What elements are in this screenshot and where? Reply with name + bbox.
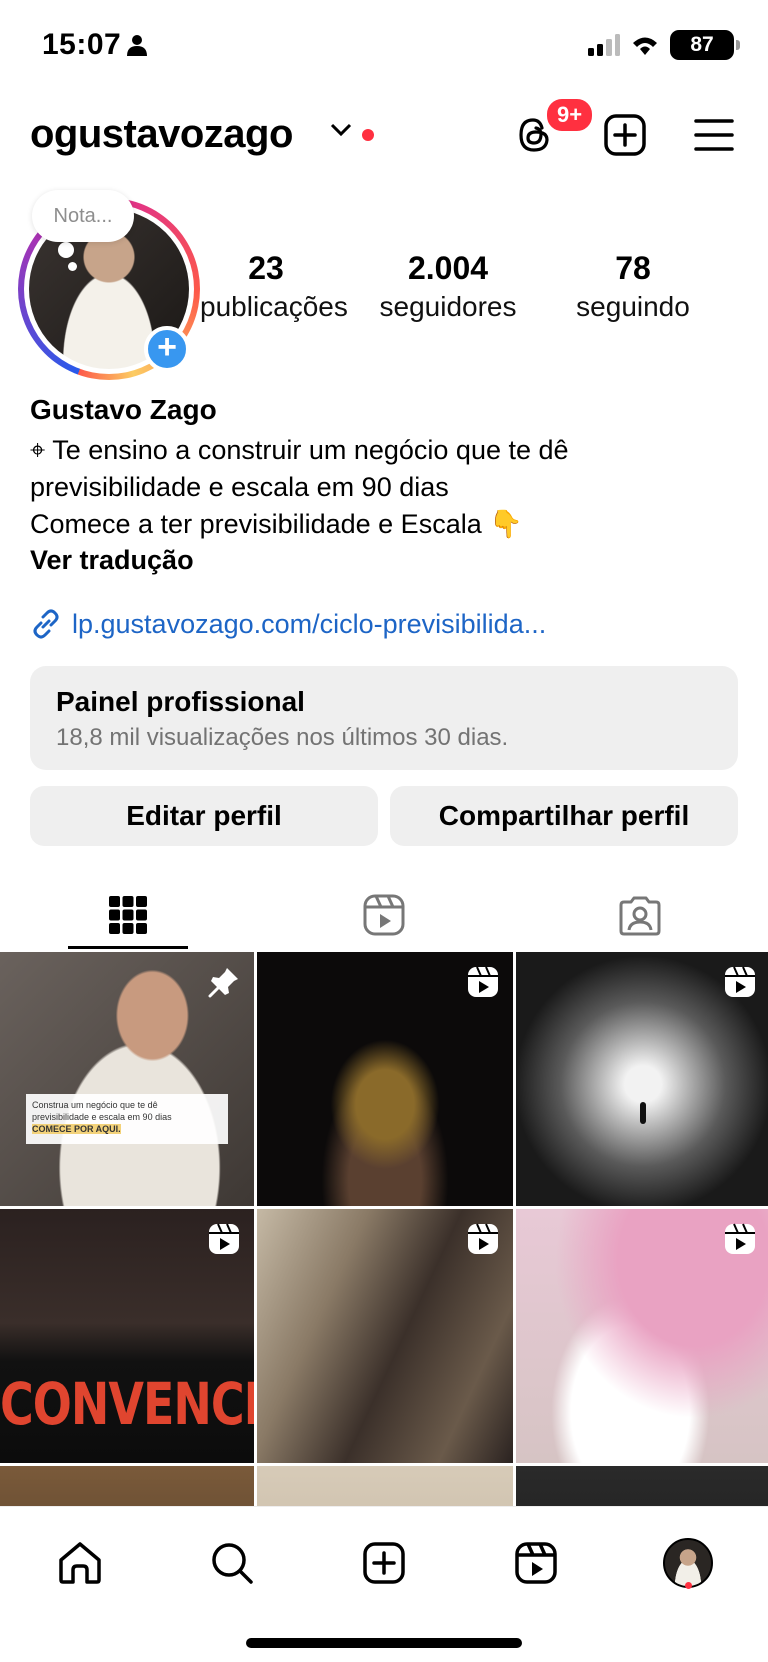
edit-profile-button[interactable]: Editar perfil <box>30 786 378 846</box>
account-switcher-username[interactable]: ogustavozago <box>30 112 293 157</box>
nav-reels[interactable] <box>504 1531 568 1595</box>
plus-square-icon <box>363 1542 405 1584</box>
nav-search[interactable] <box>200 1531 264 1595</box>
profile-link[interactable]: lp.gustavozago.com/ciclo-previsibilida..… <box>30 608 546 640</box>
signal-icon <box>588 34 620 56</box>
status-time: 15:07 <box>42 28 122 61</box>
share-profile-button[interactable]: Compartilhar perfil <box>390 786 738 846</box>
reels-icon <box>515 1542 557 1584</box>
chevron-down-icon[interactable] <box>330 122 352 138</box>
active-tab-indicator <box>68 946 188 949</box>
post-thumbnail[interactable] <box>257 1209 513 1463</box>
post-thumbnail[interactable]: Construa um negócio que te dê previsibil… <box>0 952 254 1206</box>
see-translation-link[interactable]: Ver tradução <box>30 545 730 576</box>
posts-grid: Construa um negócio que te dê previsibil… <box>0 952 768 1506</box>
tagged-icon <box>619 896 661 936</box>
notification-dot <box>362 129 374 141</box>
reels-icon <box>725 1223 755 1254</box>
link-icon <box>33 609 59 639</box>
post-thumbnail[interactable] <box>516 1209 768 1463</box>
profile-header: ogustavozago 9+ <box>0 96 768 170</box>
pin-icon <box>208 968 238 998</box>
avatar <box>663 1538 713 1588</box>
bio-line: previsibilidade e escala em 90 dias <box>30 472 449 502</box>
post-thumbnail[interactable] <box>257 952 513 1206</box>
home-icon <box>59 1542 101 1584</box>
tab-reels[interactable] <box>324 880 444 950</box>
post-caption-line: previsibilidade e escala em 90 dias <box>32 1112 172 1122</box>
battery-indicator: 87 <box>670 30 740 60</box>
reels-icon <box>468 966 498 997</box>
nav-create[interactable] <box>352 1531 416 1595</box>
post-caption-card: Construa um negócio que te dê previsibil… <box>26 1094 228 1144</box>
menu-icon[interactable] <box>694 118 734 152</box>
stat-value: 2.004 <box>407 250 489 286</box>
post-thumbnail[interactable]: CONVENCER <box>0 1209 254 1463</box>
stat-label: seguidores <box>379 291 517 322</box>
bio-line: Comece a ter previsibilidade e Escala 👇 <box>30 509 523 539</box>
pro-panel-title: Painel profissional <box>56 686 305 717</box>
plus-square-icon[interactable] <box>604 114 646 156</box>
status-bar: 15:07 87 <box>0 0 768 92</box>
add-story-button[interactable]: + <box>144 326 190 372</box>
post-caption-line: Construa um negócio que te dê <box>32 1100 158 1110</box>
post-thumbnail[interactable] <box>516 952 768 1206</box>
tab-tagged[interactable] <box>580 880 700 950</box>
home-indicator[interactable] <box>246 1638 522 1648</box>
stat-posts[interactable]: 23 publicações <box>200 250 348 323</box>
stat-value: 23 <box>248 250 284 286</box>
person-icon <box>127 35 147 56</box>
stat-value: 78 <box>615 250 651 286</box>
stat-following[interactable]: 78 seguindo <box>548 250 718 323</box>
nav-home[interactable] <box>48 1531 112 1595</box>
profile-tabs <box>0 880 768 950</box>
note-bubble[interactable]: Nota... <box>32 190 134 242</box>
bio-line: ⌖ Te ensino a construir um negócio que t… <box>30 435 569 465</box>
stat-label: publicações <box>200 291 348 322</box>
tab-posts-grid[interactable] <box>68 880 188 950</box>
profile-stats: 23 publicações 2.004 seguidores 78 segui… <box>200 250 760 323</box>
reels-icon <box>209 1223 239 1254</box>
stat-label: seguindo <box>576 291 690 322</box>
wifi-icon <box>633 37 657 55</box>
post-thumbnail[interactable] <box>516 1466 768 1506</box>
profile-bio: Gustavo Zago ⌖ Te ensino a construir um … <box>30 394 730 576</box>
profile-name: Gustavo Zago <box>30 394 217 425</box>
post-thumbnail[interactable] <box>0 1466 254 1506</box>
profile-notification-dot <box>685 1582 692 1589</box>
post-caption-cta: COMECE POR AQUI. <box>32 1124 121 1134</box>
profile-link-text[interactable]: lp.gustavozago.com/ciclo-previsibilida..… <box>72 609 546 640</box>
status-icons: 87 <box>588 30 740 60</box>
pro-panel-subtitle: 18,8 mil visualizações nos últimos 30 di… <box>56 724 509 751</box>
reels-icon <box>468 1223 498 1254</box>
reels-icon <box>725 966 755 997</box>
post-overlay-text: CONVENCER <box>0 1370 254 1438</box>
post-thumbnail[interactable] <box>257 1466 513 1506</box>
reels-icon <box>363 894 405 936</box>
threads-badge: 9+ <box>544 96 596 134</box>
grid-icon <box>109 896 147 934</box>
stat-followers[interactable]: 2.004 seguidores <box>348 250 548 323</box>
search-icon <box>212 1543 253 1584</box>
professional-dashboard[interactable]: Painel profissional 18,8 mil visualizaçõ… <box>30 666 738 770</box>
